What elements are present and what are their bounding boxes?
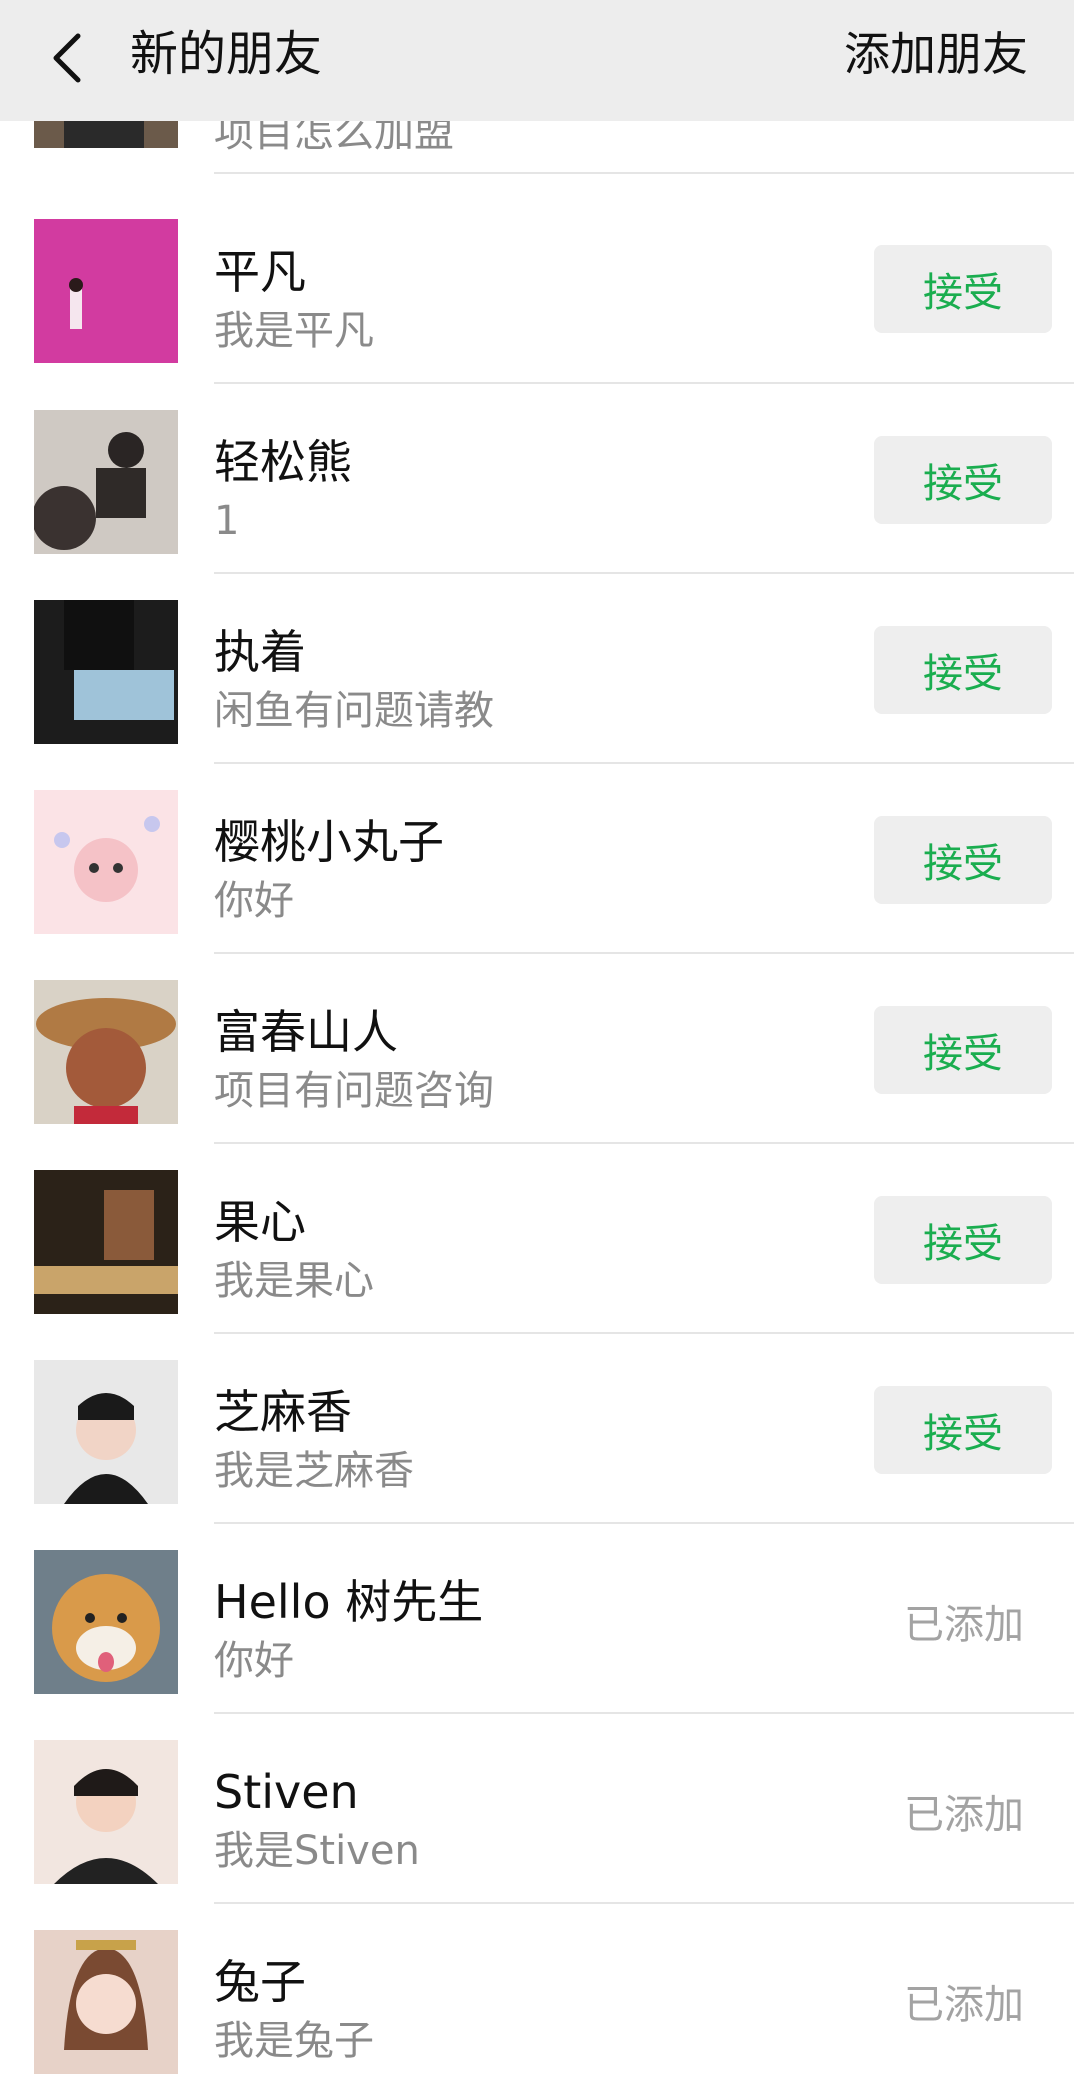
friend-request-row[interactable]: 执着 闲鱼有问题请教 接受 — [0, 574, 1074, 764]
request-message: 项目有问题咨询 — [214, 1068, 494, 1114]
request-name: 平凡 — [214, 245, 306, 299]
page-title: 新的朋友 — [130, 26, 323, 82]
request-name: 富春山人 — [214, 1005, 398, 1059]
request-message: 我是平凡 — [214, 308, 374, 354]
avatar — [34, 1550, 178, 1694]
accept-button[interactable]: 接受 — [874, 1196, 1052, 1284]
avatar — [34, 219, 178, 363]
avatar — [34, 1360, 178, 1504]
request-name: 芝麻香 — [214, 1385, 352, 1439]
friend-request-row[interactable]: 果心 我是果心 接受 — [0, 1144, 1074, 1334]
avatar — [34, 1740, 178, 1884]
accept-button[interactable]: 接受 — [874, 245, 1052, 333]
request-name: 兔子 — [214, 1955, 306, 2009]
accept-button[interactable]: 接受 — [874, 1386, 1052, 1474]
nav-header: 新的朋友 添加朋友 — [0, 0, 1074, 121]
back-button[interactable] — [40, 22, 110, 102]
request-message: 我是Stiven — [214, 1828, 420, 1874]
request-message: 我是芝麻香 — [214, 1448, 414, 1494]
request-message: 你好 — [214, 878, 294, 924]
avatar — [34, 790, 178, 934]
friend-request-row[interactable]: Stiven 我是Stiven 已添加 — [0, 1714, 1074, 1904]
accept-button[interactable]: 接受 — [874, 1006, 1052, 1094]
request-name: 执着 — [214, 625, 306, 679]
chevron-left-icon — [53, 33, 81, 83]
request-message: 闲鱼有问题请教 — [214, 688, 494, 734]
request-name: Stiven — [214, 1765, 359, 1819]
avatar — [34, 1170, 178, 1314]
friend-request-row[interactable]: 富春山人 项目有问题咨询 接受 — [0, 954, 1074, 1144]
request-name: 果心 — [214, 1195, 306, 1249]
added-status: 已添加 — [904, 1982, 1024, 2028]
request-name: 轻松熊 — [214, 435, 352, 489]
request-message: 1 — [214, 498, 240, 544]
avatar — [34, 410, 178, 554]
friend-request-row[interactable]: Hello 树先生 你好 已添加 — [0, 1524, 1074, 1714]
request-message: 我是兔子 — [214, 2018, 374, 2064]
friend-request-row[interactable]: 轻松熊 1 接受 — [0, 384, 1074, 574]
accept-button[interactable]: 接受 — [874, 436, 1052, 524]
request-message: 你好 — [214, 1638, 294, 1684]
add-friend-button[interactable]: 添加朋友 — [844, 24, 1028, 84]
accept-button[interactable]: 接受 — [874, 626, 1052, 714]
avatar — [34, 600, 178, 744]
avatar — [34, 980, 178, 1124]
friend-request-row[interactable]: 樱桃小丸子 你好 接受 — [0, 764, 1074, 954]
request-message: 我是果心 — [214, 1258, 374, 1304]
row-divider — [214, 172, 1074, 174]
friend-request-row[interactable]: 兔子 我是兔子 已添加 — [0, 1904, 1074, 2094]
request-name: 樱桃小丸子 — [214, 815, 444, 869]
friend-request-row[interactable]: 平凡 我是平凡 接受 — [0, 194, 1074, 384]
added-status: 已添加 — [904, 1602, 1024, 1648]
request-name: Hello 树先生 — [214, 1575, 484, 1629]
accept-button[interactable]: 接受 — [874, 816, 1052, 904]
friend-request-row[interactable]: 芝麻香 我是芝麻香 接受 — [0, 1334, 1074, 1524]
added-status: 已添加 — [904, 1792, 1024, 1838]
avatar — [34, 1930, 178, 2074]
